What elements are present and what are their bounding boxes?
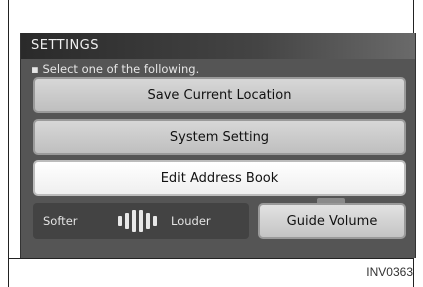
volume-panel: Softer Louder	[33, 203, 249, 239]
edit-address-book-label: Edit Address Book	[160, 170, 279, 186]
edit-address-book-button[interactable]: Edit Address Book	[33, 160, 406, 196]
softer-button[interactable]: Softer	[43, 214, 78, 228]
guide-volume-label: Guide Volume	[286, 213, 378, 229]
instruction-text: ▪ Select one of the following.	[31, 62, 199, 76]
instruction-label: Select one of the following.	[42, 62, 200, 76]
figure-id: INV0363	[366, 265, 413, 279]
louder-button[interactable]: Louder	[171, 214, 211, 228]
settings-screen: SETTINGS ▪ Select one of the following. …	[20, 33, 416, 258]
system-setting-button[interactable]: System Setting	[33, 119, 406, 155]
guide-volume-button[interactable]: Guide Volume	[258, 203, 406, 239]
bottom-rule	[8, 258, 414, 259]
title-bar: SETTINGS	[21, 33, 415, 59]
system-setting-label: System Setting	[169, 129, 270, 145]
bullet-icon: ▪	[31, 62, 43, 76]
save-current-location-button[interactable]: Save Current Location	[33, 77, 406, 113]
screen-title: SETTINGS	[31, 38, 100, 53]
volume-meter-icon	[113, 209, 161, 233]
save-current-location-label: Save Current Location	[147, 87, 292, 103]
